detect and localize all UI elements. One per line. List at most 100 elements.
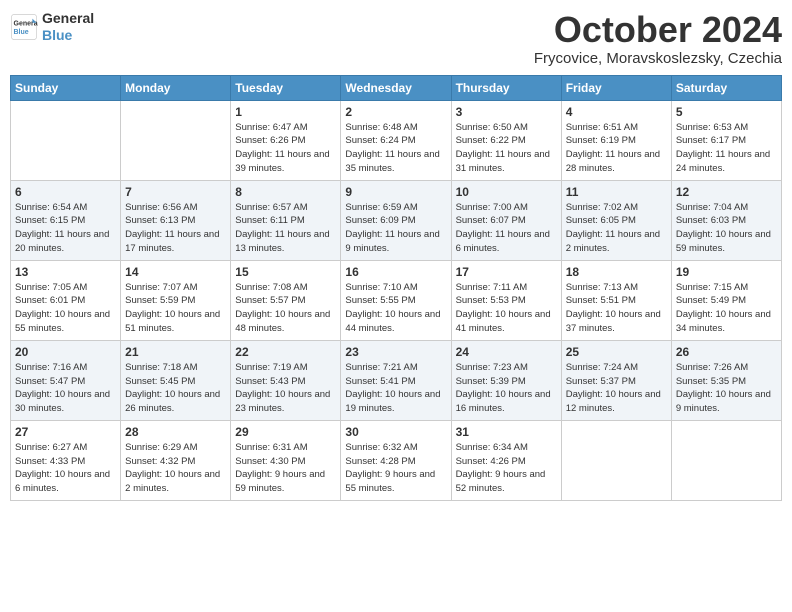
day-number: 24 bbox=[456, 345, 557, 359]
day-info: Sunrise: 7:08 AM Sunset: 5:57 PM Dayligh… bbox=[235, 281, 336, 336]
day-info: Sunrise: 7:16 AM Sunset: 5:47 PM Dayligh… bbox=[15, 361, 116, 416]
day-number: 6 bbox=[15, 185, 116, 199]
day-info: Sunrise: 6:56 AM Sunset: 6:13 PM Dayligh… bbox=[125, 201, 226, 256]
calendar-cell bbox=[561, 420, 671, 500]
day-info: Sunrise: 6:34 AM Sunset: 4:26 PM Dayligh… bbox=[456, 441, 557, 496]
day-number: 25 bbox=[566, 345, 667, 359]
day-number: 9 bbox=[345, 185, 446, 199]
day-header-monday: Monday bbox=[121, 75, 231, 100]
day-info: Sunrise: 6:29 AM Sunset: 4:32 PM Dayligh… bbox=[125, 441, 226, 496]
day-number: 17 bbox=[456, 265, 557, 279]
day-info: Sunrise: 7:13 AM Sunset: 5:51 PM Dayligh… bbox=[566, 281, 667, 336]
day-header-friday: Friday bbox=[561, 75, 671, 100]
day-number: 1 bbox=[235, 105, 336, 119]
day-number: 22 bbox=[235, 345, 336, 359]
calendar-cell: 20 Sunrise: 7:16 AM Sunset: 5:47 PM Dayli… bbox=[11, 340, 121, 420]
day-info: Sunrise: 7:26 AM Sunset: 5:35 PM Dayligh… bbox=[676, 361, 777, 416]
calendar-cell: 7 Sunrise: 6:56 AM Sunset: 6:13 PM Daylig… bbox=[121, 180, 231, 260]
calendar-cell: 4 Sunrise: 6:51 AM Sunset: 6:19 PM Daylig… bbox=[561, 100, 671, 180]
day-info: Sunrise: 6:53 AM Sunset: 6:17 PM Dayligh… bbox=[676, 121, 777, 176]
logo-general: General bbox=[42, 10, 94, 27]
calendar-cell: 29Sunrise: 6:31 AM Sunset: 4:30 PM Dayli… bbox=[231, 420, 341, 500]
day-info: Sunrise: 6:50 AM Sunset: 6:22 PM Dayligh… bbox=[456, 121, 557, 176]
calendar-cell: 24 Sunrise: 7:23 AM Sunset: 5:39 PM Dayli… bbox=[451, 340, 561, 420]
day-number: 11 bbox=[566, 185, 667, 199]
calendar-cell: 14 Sunrise: 7:07 AM Sunset: 5:59 PM Dayli… bbox=[121, 260, 231, 340]
title-block: October 2024 Frycovice, Moravskoslezsky,… bbox=[534, 10, 782, 67]
day-number: 14 bbox=[125, 265, 226, 279]
calendar-cell: 19 Sunrise: 7:15 AM Sunset: 5:49 PM Dayli… bbox=[671, 260, 781, 340]
day-info: Sunrise: 7:02 AM Sunset: 6:05 PM Dayligh… bbox=[566, 201, 667, 256]
calendar-cell: 2Sunrise: 6:48 AM Sunset: 6:24 PM Daylig… bbox=[341, 100, 451, 180]
day-info: Sunrise: 6:47 AM Sunset: 6:26 PM Dayligh… bbox=[235, 121, 336, 176]
day-number: 18 bbox=[566, 265, 667, 279]
day-info: Sunrise: 7:00 AM Sunset: 6:07 PM Dayligh… bbox=[456, 201, 557, 256]
calendar-cell: 30 Sunrise: 6:32 AM Sunset: 4:28 PM Dayli… bbox=[341, 420, 451, 500]
calendar-cell: 27Sunrise: 6:27 AM Sunset: 4:33 PM Dayli… bbox=[11, 420, 121, 500]
calendar-cell: 21 Sunrise: 7:18 AM Sunset: 5:45 PM Dayli… bbox=[121, 340, 231, 420]
calendar-cell: 17 Sunrise: 7:11 AM Sunset: 5:53 PM Dayli… bbox=[451, 260, 561, 340]
day-header-tuesday: Tuesday bbox=[231, 75, 341, 100]
day-number: 7 bbox=[125, 185, 226, 199]
day-number: 10 bbox=[456, 185, 557, 199]
calendar-cell: 26Sunrise: 7:26 AM Sunset: 5:35 PM Dayli… bbox=[671, 340, 781, 420]
day-number: 8 bbox=[235, 185, 336, 199]
day-info: Sunrise: 7:24 AM Sunset: 5:37 PM Dayligh… bbox=[566, 361, 667, 416]
day-header-sunday: Sunday bbox=[11, 75, 121, 100]
calendar-cell: 3 Sunrise: 6:50 AM Sunset: 6:22 PM Daylig… bbox=[451, 100, 561, 180]
day-number: 31 bbox=[456, 425, 557, 439]
calendar-table: SundayMondayTuesdayWednesdayThursdayFrid… bbox=[10, 75, 782, 501]
day-number: 4 bbox=[566, 105, 667, 119]
page-header: General Blue General Blue October 2024 F… bbox=[10, 10, 782, 67]
day-info: Sunrise: 7:07 AM Sunset: 5:59 PM Dayligh… bbox=[125, 281, 226, 336]
day-info: Sunrise: 7:11 AM Sunset: 5:53 PM Dayligh… bbox=[456, 281, 557, 336]
day-info: Sunrise: 7:18 AM Sunset: 5:45 PM Dayligh… bbox=[125, 361, 226, 416]
day-info: Sunrise: 6:32 AM Sunset: 4:28 PM Dayligh… bbox=[345, 441, 446, 496]
day-number: 30 bbox=[345, 425, 446, 439]
day-number: 19 bbox=[676, 265, 777, 279]
calendar-cell: 10 Sunrise: 7:00 AM Sunset: 6:07 PM Dayli… bbox=[451, 180, 561, 260]
day-info: Sunrise: 7:23 AM Sunset: 5:39 PM Dayligh… bbox=[456, 361, 557, 416]
day-number: 2 bbox=[345, 105, 446, 119]
calendar-cell: 8 Sunrise: 6:57 AM Sunset: 6:11 PM Daylig… bbox=[231, 180, 341, 260]
calendar-cell bbox=[11, 100, 121, 180]
month-title: October 2024 bbox=[534, 10, 782, 50]
day-number: 12 bbox=[676, 185, 777, 199]
calendar-cell: 25 Sunrise: 7:24 AM Sunset: 5:37 PM Dayli… bbox=[561, 340, 671, 420]
calendar-cell: 18 Sunrise: 7:13 AM Sunset: 5:51 PM Dayli… bbox=[561, 260, 671, 340]
logo: General Blue General Blue bbox=[10, 10, 94, 44]
calendar-cell: 11 Sunrise: 7:02 AM Sunset: 6:05 PM Dayli… bbox=[561, 180, 671, 260]
calendar-cell: 13 Sunrise: 7:05 AM Sunset: 6:01 PM Dayli… bbox=[11, 260, 121, 340]
calendar-cell: 1 Sunrise: 6:47 AM Sunset: 6:26 PM Daylig… bbox=[231, 100, 341, 180]
day-number: 27 bbox=[15, 425, 116, 439]
day-number: 15 bbox=[235, 265, 336, 279]
svg-text:Blue: Blue bbox=[14, 29, 29, 36]
calendar-cell bbox=[671, 420, 781, 500]
day-info: Sunrise: 7:19 AM Sunset: 5:43 PM Dayligh… bbox=[235, 361, 336, 416]
day-info: Sunrise: 7:04 AM Sunset: 6:03 PM Dayligh… bbox=[676, 201, 777, 256]
calendar-cell: 23 Sunrise: 7:21 AM Sunset: 5:41 PM Dayli… bbox=[341, 340, 451, 420]
calendar-cell: 22 Sunrise: 7:19 AM Sunset: 5:43 PM Dayli… bbox=[231, 340, 341, 420]
day-header-thursday: Thursday bbox=[451, 75, 561, 100]
day-info: Sunrise: 7:21 AM Sunset: 5:41 PM Dayligh… bbox=[345, 361, 446, 416]
calendar-cell: 9 Sunrise: 6:59 AM Sunset: 6:09 PM Daylig… bbox=[341, 180, 451, 260]
day-info: Sunrise: 7:05 AM Sunset: 6:01 PM Dayligh… bbox=[15, 281, 116, 336]
day-number: 3 bbox=[456, 105, 557, 119]
day-number: 5 bbox=[676, 105, 777, 119]
day-number: 16 bbox=[345, 265, 446, 279]
day-info: Sunrise: 6:51 AM Sunset: 6:19 PM Dayligh… bbox=[566, 121, 667, 176]
day-number: 23 bbox=[345, 345, 446, 359]
day-number: 13 bbox=[15, 265, 116, 279]
location-subtitle: Frycovice, Moravskoslezsky, Czechia bbox=[534, 50, 782, 67]
logo-icon: General Blue bbox=[10, 13, 38, 41]
day-header-wednesday: Wednesday bbox=[341, 75, 451, 100]
day-info: Sunrise: 6:59 AM Sunset: 6:09 PM Dayligh… bbox=[345, 201, 446, 256]
calendar-cell: 5 Sunrise: 6:53 AM Sunset: 6:17 PM Daylig… bbox=[671, 100, 781, 180]
day-number: 20 bbox=[15, 345, 116, 359]
day-number: 21 bbox=[125, 345, 226, 359]
calendar-cell bbox=[121, 100, 231, 180]
day-info: Sunrise: 6:57 AM Sunset: 6:11 PM Dayligh… bbox=[235, 201, 336, 256]
calendar-cell: 28Sunrise: 6:29 AM Sunset: 4:32 PM Dayli… bbox=[121, 420, 231, 500]
day-info: Sunrise: 6:31 AM Sunset: 4:30 PM Dayligh… bbox=[235, 441, 336, 496]
day-info: Sunrise: 7:15 AM Sunset: 5:49 PM Dayligh… bbox=[676, 281, 777, 336]
